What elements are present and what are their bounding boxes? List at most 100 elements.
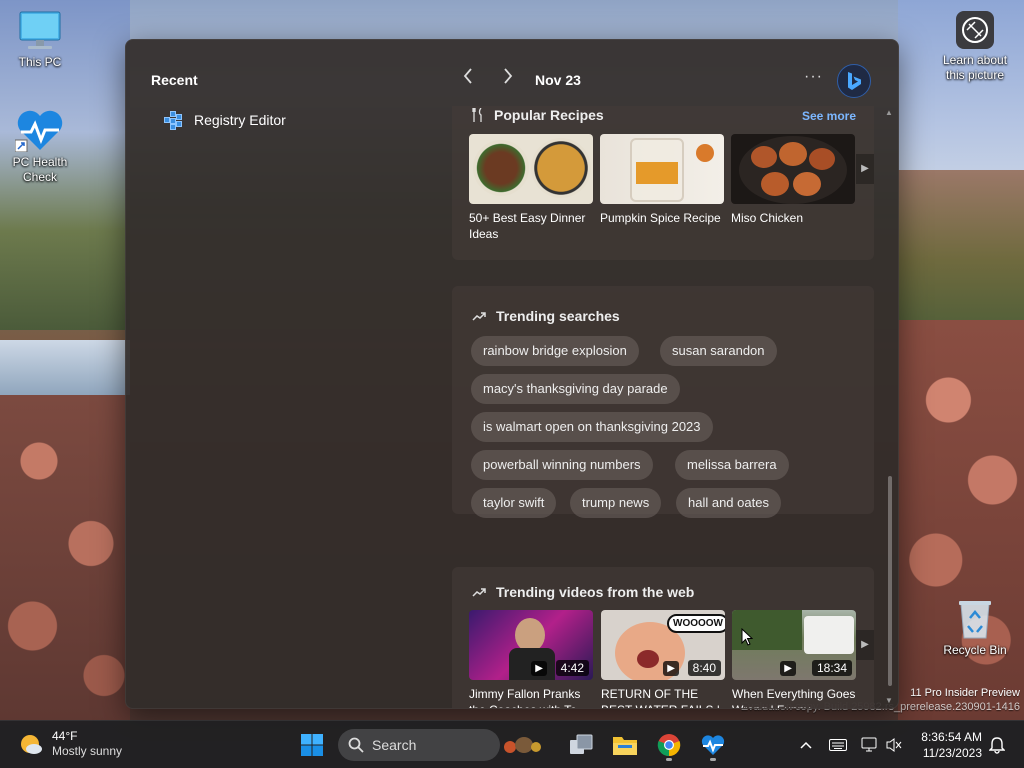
- heart-pulse-icon: [701, 735, 725, 755]
- task-view-button[interactable]: [563, 727, 599, 763]
- desktop-icon-recycle-bin[interactable]: Recycle Bin: [935, 598, 1015, 658]
- recent-item-label: Registry Editor: [194, 112, 286, 128]
- chrome-icon: [657, 734, 681, 757]
- input-indicator-button[interactable]: [826, 721, 850, 768]
- trending-chip[interactable]: hall and oates: [676, 488, 781, 518]
- start-button[interactable]: [294, 727, 330, 763]
- next-day-button[interactable]: [496, 68, 520, 92]
- search-icon: [348, 737, 364, 753]
- video-caption: When Everything Goes Wrong | Funny ...: [732, 687, 856, 708]
- trending-up-icon: [472, 312, 486, 321]
- recipes-card: Popular Recipes See more 50+ Best Easy D…: [452, 106, 874, 260]
- recipe-caption: Miso Chicken: [731, 211, 804, 225]
- recycle-bin-icon: [959, 601, 991, 639]
- weather-widget-button[interactable]: 44°F Mostly sunny: [18, 729, 122, 759]
- taskbar-search-box[interactable]: Search: [338, 729, 500, 761]
- videos-header: Trending videos from the web: [472, 584, 694, 600]
- desktop-icon-label: PC Health Check: [12, 155, 68, 184]
- keyboard-icon: [829, 739, 847, 751]
- video-tile[interactable]: WOOOOW ▶ 8:40 RETURN OF THE BEST WATER F…: [601, 610, 725, 708]
- volume-button[interactable]: [884, 721, 904, 768]
- heart-pulse-icon: [15, 110, 63, 152]
- widgets-panel: Recent Registry Editor Nov 23 ··· Popula…: [125, 39, 899, 709]
- recent-item-registry-editor[interactable]: Registry Editor: [162, 109, 286, 131]
- bell-icon: [989, 737, 1005, 754]
- feed-scrollbar[interactable]: ▲ ▼: [883, 106, 897, 708]
- play-icon: ▶: [780, 661, 796, 676]
- video-duration: 18:34: [811, 660, 852, 676]
- video-duration: 4:42: [555, 660, 589, 676]
- chrome-button[interactable]: [651, 727, 687, 763]
- scroll-down-arrow[interactable]: ▼: [885, 696, 893, 705]
- trending-up-icon: [472, 588, 486, 597]
- recipe-caption: Pumpkin Spice Recipe: [600, 211, 721, 225]
- wallpaper-sea: [0, 340, 130, 400]
- video-duration: 8:40: [687, 660, 721, 676]
- mouse-cursor-icon: [741, 628, 753, 646]
- trending-chip[interactable]: is walmart open on thanksgiving 2023: [471, 412, 713, 442]
- running-indicator: [666, 758, 672, 761]
- file-explorer-button[interactable]: [607, 727, 643, 763]
- recipes-scroll-right-button[interactable]: ▶: [856, 154, 874, 184]
- camera-lens-icon: [956, 11, 994, 49]
- weather-description: Mostly sunny: [52, 744, 123, 758]
- recipe-tile[interactable]: 50+ Best Easy Dinner Ideas: [469, 134, 593, 242]
- trending-videos-card: Trending videos from the web ▶ 4:42 Jimm…: [452, 567, 874, 708]
- more-options-button[interactable]: ···: [804, 68, 823, 86]
- trending-chip[interactable]: melissa barrera: [675, 450, 789, 480]
- recipe-tile[interactable]: Miso Chicken: [731, 134, 855, 226]
- see-more-link[interactable]: See more: [802, 109, 856, 123]
- weather-temperature: 44°F: [52, 729, 78, 743]
- notifications-button[interactable]: [986, 721, 1008, 768]
- chevron-right-icon: [504, 68, 513, 84]
- search-label: Search: [372, 737, 417, 753]
- recipes-title: Popular Recipes: [494, 107, 604, 123]
- trending-chip[interactable]: rainbow bridge explosion: [471, 336, 639, 366]
- videos-scroll-right-button[interactable]: ▶: [856, 630, 874, 660]
- windows-logo-icon: [301, 734, 323, 756]
- desktop-icon-this-pc[interactable]: This PC: [0, 10, 80, 70]
- trending-chip[interactable]: trump news: [570, 488, 662, 518]
- recipes-header: Popular Recipes: [472, 107, 604, 123]
- scroll-up-arrow[interactable]: ▲: [885, 108, 893, 117]
- network-button[interactable]: [858, 721, 882, 768]
- running-indicator: [710, 758, 716, 761]
- play-icon: ▶: [531, 661, 547, 676]
- video-caption: RETURN OF THE BEST WATER FAILS | What ..…: [601, 687, 720, 708]
- feed-header: Nov 23 ···: [456, 64, 876, 98]
- taskbar: 44°F Mostly sunny Search 8:36:54 AM 11/2…: [0, 720, 1024, 768]
- fork-knife-icon: [472, 108, 482, 122]
- bing-button[interactable]: [837, 64, 871, 98]
- trending-header: Trending searches: [472, 308, 620, 324]
- task-view-icon: [570, 734, 593, 754]
- trending-chip[interactable]: taylor swift: [471, 488, 557, 518]
- play-icon: ▶: [663, 661, 679, 676]
- trending-chip[interactable]: powerball winning numbers: [471, 450, 653, 480]
- video-badge: WOOOOW: [667, 614, 725, 633]
- recipe-caption: 50+ Best Easy Dinner Ideas: [469, 211, 586, 241]
- desktop-icon-learn-about-picture[interactable]: Learn about this picture: [935, 10, 1015, 83]
- widget-feed[interactable]: Popular Recipes See more 50+ Best Easy D…: [452, 106, 874, 708]
- clock-button[interactable]: 8:36:54 AM 11/23/2023: [914, 729, 982, 761]
- trending-title: Trending searches: [496, 308, 620, 324]
- scrollbar-thumb[interactable]: [888, 476, 892, 686]
- recipe-tile[interactable]: Pumpkin Spice Recipe: [600, 134, 724, 226]
- videos-title: Trending videos from the web: [496, 584, 695, 600]
- pc-health-check-taskbar-button[interactable]: [695, 727, 731, 763]
- wallpaper-rocks-right: [898, 320, 1024, 720]
- video-caption: Jimmy Fallon Pranks the Coaches with To.…: [469, 687, 587, 708]
- sun-icon: [21, 735, 42, 754]
- desktop-icon-label: Recycle Bin: [943, 643, 1007, 657]
- monitor-icon: [19, 11, 61, 49]
- video-tile[interactable]: ▶ 4:42 Jimmy Fallon Pranks the Coaches w…: [469, 610, 593, 708]
- show-hidden-icons-button[interactable]: [796, 721, 816, 768]
- desktop-icon-pc-health-check[interactable]: PC Health Check: [0, 108, 80, 185]
- wallpaper-cliff: [898, 170, 1024, 320]
- speaker-muted-icon: [886, 738, 902, 752]
- feed-date: Nov 23: [535, 72, 581, 88]
- trending-chip[interactable]: susan sarandon: [660, 336, 777, 366]
- video-tile[interactable]: ▶ 18:34 When Everything Goes Wrong | Fun…: [732, 610, 856, 708]
- network-icon: [861, 737, 877, 752]
- previous-day-button[interactable]: [456, 68, 480, 92]
- trending-chip[interactable]: macy's thanksgiving day parade: [471, 374, 680, 404]
